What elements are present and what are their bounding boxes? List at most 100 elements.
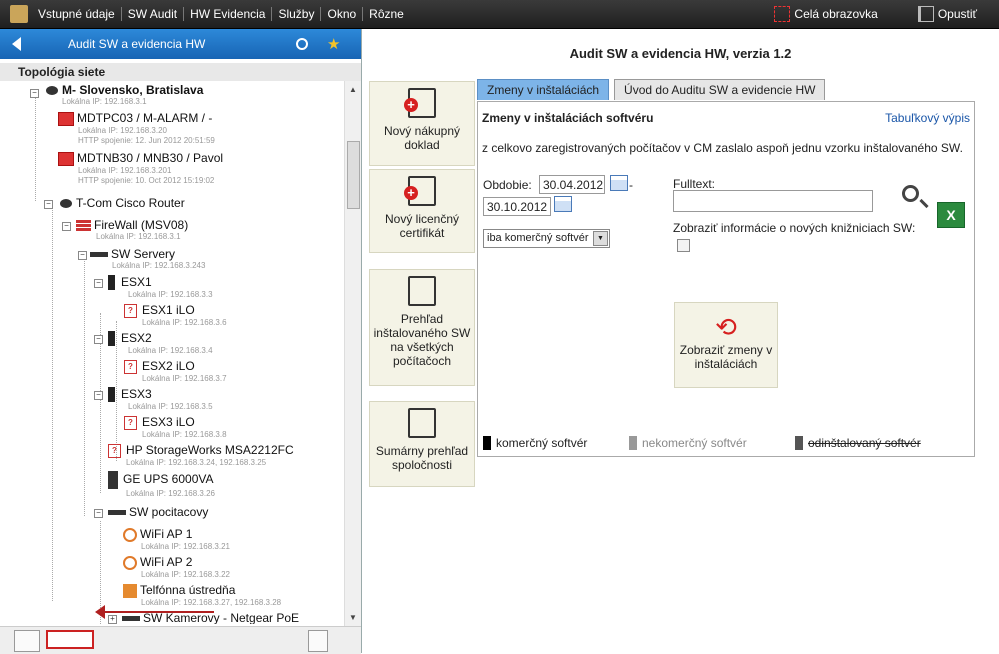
tree-node-wifi-ap2[interactable]: WiFi AP 2 Lokálna IP: 192.168.3.22 [123,555,230,580]
tree-node-telefon[interactable]: Telfónna ústredňa Lokálna IP: 192.168.3.… [123,583,281,608]
search-icon[interactable] [902,185,919,202]
tree-node-esx2-ilo[interactable]: ? ESX2 iLO Lokálna IP: 192.168.3.7 [124,359,227,384]
panel-title: Zmeny v inštaláciách softvéru [482,111,654,125]
computer-icon [58,151,74,166]
document-icon [408,276,436,306]
phone-exchange-icon [123,583,137,598]
scroll-thumb[interactable] [347,141,360,209]
exit-label: Opustiť [937,7,977,21]
topology-title: Topológia siete [0,63,361,81]
tree-node-esx3-ilo[interactable]: ? ESX3 iLO Lokálna IP: 192.168.3.8 [124,415,227,440]
sort-az-icon[interactable] [308,630,328,652]
tree-scrollbar[interactable]: ▲ ▼ [344,81,361,626]
favorite-star-icon[interactable]: ★ [327,35,340,53]
tree-node-esx3[interactable]: − ESX3 Lokálna IP: 192.168.3.5 [94,387,213,412]
network-tree-view-button[interactable] [46,630,94,649]
date-from-input[interactable]: 30.04.2012 [539,175,605,194]
main-menu: Vstupné údaje SW Audit HW Evidencia Služ… [38,7,404,21]
server-icon [108,387,115,403]
tree-node-esx1-ilo[interactable]: ? ESX1 iLO Lokálna IP: 192.168.3.6 [124,303,227,328]
tree-node-wifi-ap1[interactable]: WiFi AP 1 Lokálna IP: 192.168.3.21 [123,527,230,552]
tree-node-m-slovensko[interactable]: − M- Slovensko, Bratislava Lokálna IP: 1… [30,83,203,107]
chevron-down-icon: ▼ [593,231,608,246]
server-icon [108,331,115,347]
menu-separator [362,7,364,21]
menu-sw-audit[interactable]: SW Audit [128,7,177,21]
collapse-toggle[interactable]: + [108,615,117,624]
installed-sw-overview-button[interactable]: Prehľad inštalovaného SW na všetkých poč… [369,269,475,386]
calendar-icon[interactable] [554,196,572,212]
collapse-toggle[interactable]: − [30,89,39,98]
date-to-input[interactable]: 30.10.2012 [483,197,551,216]
libs-label: Zobraziť informácie o nových knižniciach… [673,221,916,235]
tree-node-ge-ups[interactable]: GE UPS 6000VA Lokálna IP: 192.168.3.26 [108,471,215,499]
tab-changes[interactable]: Zmeny v inštaláciách [477,79,610,100]
collapse-toggle[interactable]: − [94,509,103,518]
sidebar-footer [0,626,361,654]
tree-node-esx1[interactable]: − ESX1 Lokálna IP: 192.168.3.3 [94,275,213,300]
back-arrow-icon[interactable] [12,37,21,51]
tree-node-esx2[interactable]: − ESX2 Lokálna IP: 192.168.3.4 [94,331,213,356]
collapse-toggle[interactable]: − [94,391,103,400]
switch-icon [122,616,140,622]
tree-node-mdtnb30[interactable]: MDTNB30 / MNB30 / Pavol Lokálna IP: 192.… [58,151,223,186]
tree-node-sw-pocitacovy[interactable]: − SW pocitacovy [94,505,208,519]
scroll-up-arrow-icon[interactable]: ▲ [349,85,357,94]
legend-commercial: komerčný softvér [483,436,587,450]
app-logo-icon [10,5,28,23]
tools-icon[interactable] [334,630,352,650]
tree-node-sw-servery[interactable]: − SW Servery Lokálna IP: 192.168.3.243 [78,247,205,271]
show-libs-checkbox[interactable] [677,239,690,252]
period-dash: - [629,178,633,192]
top-menu-bar: Vstupné údaje SW Audit HW Evidencia Služ… [0,0,999,29]
scroll-down-arrow-icon[interactable]: ▼ [349,613,357,622]
add-document-icon: + [404,88,436,118]
menu-hw-evidencia[interactable]: HW Evidencia [190,7,265,21]
exit-button[interactable]: Opustiť [917,6,977,22]
software-type-select[interactable]: iba komerčný softvér ▼ [483,229,610,248]
wifi-icon [123,555,137,570]
legend-swatch [795,436,803,450]
exit-door-icon [917,6,934,22]
fullscreen-button[interactable]: Celá obrazovka [774,6,878,22]
sidebar-header: Audit SW a evidencia HW ★ [0,29,361,59]
menu-vstupne-udaje[interactable]: Vstupné údaje [38,7,115,21]
collapse-toggle[interactable]: − [94,335,103,344]
menu-rozne[interactable]: Rôzne [369,7,404,21]
menu-okno[interactable]: Okno [327,7,356,21]
period-label: Obdobie: [483,178,532,192]
company-summary-button[interactable]: Sumárny prehľad spoločnosti [369,401,475,487]
sidebar: Audit SW a evidencia HW ★ Topológia siet… [0,29,362,654]
main-content: Audit SW a evidencia HW, verzia 1.2 + No… [362,29,999,653]
new-license-cert-button[interactable]: + Nový licenčný certifikát [369,169,475,253]
collapse-toggle[interactable]: − [62,222,71,231]
sidebar-title: Audit SW a evidencia HW [68,37,206,51]
excel-export-icon[interactable]: X [937,202,965,228]
collapse-toggle[interactable]: − [94,279,103,288]
calendar-icon[interactable] [610,175,628,191]
menu-sluzby[interactable]: Služby [278,7,314,21]
legend-swatch [483,436,491,450]
legend-noncommercial: nekomerčný softvér [629,436,747,450]
table-listing-link[interactable]: Tabuľkový výpis [885,111,970,125]
tree-node-firewall[interactable]: − FireWall (MSV08) Lokálna IP: 192.168.3… [62,218,188,242]
new-purchase-doc-button[interactable]: + Nový nákupný doklad [369,81,475,166]
legend-swatch [629,436,637,450]
show-changes-button[interactable]: ⟲ Zobraziť zmeny v inštaláciách [674,302,778,388]
switch-icon [108,510,126,516]
collapse-toggle[interactable]: − [78,251,87,260]
router-icon [46,86,58,96]
tree-node-tcom-router[interactable]: − T-Com Cisco Router [44,196,185,210]
search-icon[interactable] [296,38,308,50]
tree-node-hp-storage[interactable]: ? HP StorageWorks MSA2212FC Lokálna IP: 1… [108,443,294,468]
tree-view-button[interactable] [14,630,40,652]
collapse-toggle[interactable]: − [44,200,53,209]
panel-description: z celkovo zaregistrovaných počítačov v C… [482,141,963,155]
tab-intro[interactable]: Úvod do Auditu SW a evidencie HW [614,79,826,100]
menu-separator [120,7,122,21]
computer-icon [58,111,74,126]
legend-uninstalled: odinštalovaný softvér [795,436,921,450]
fulltext-input[interactable] [673,190,873,212]
tree-node-mdtpc03[interactable]: MDTPC03 / M-ALARM / - Lokálna IP: 192.16… [58,111,215,146]
fullscreen-label: Celá obrazovka [794,7,878,21]
